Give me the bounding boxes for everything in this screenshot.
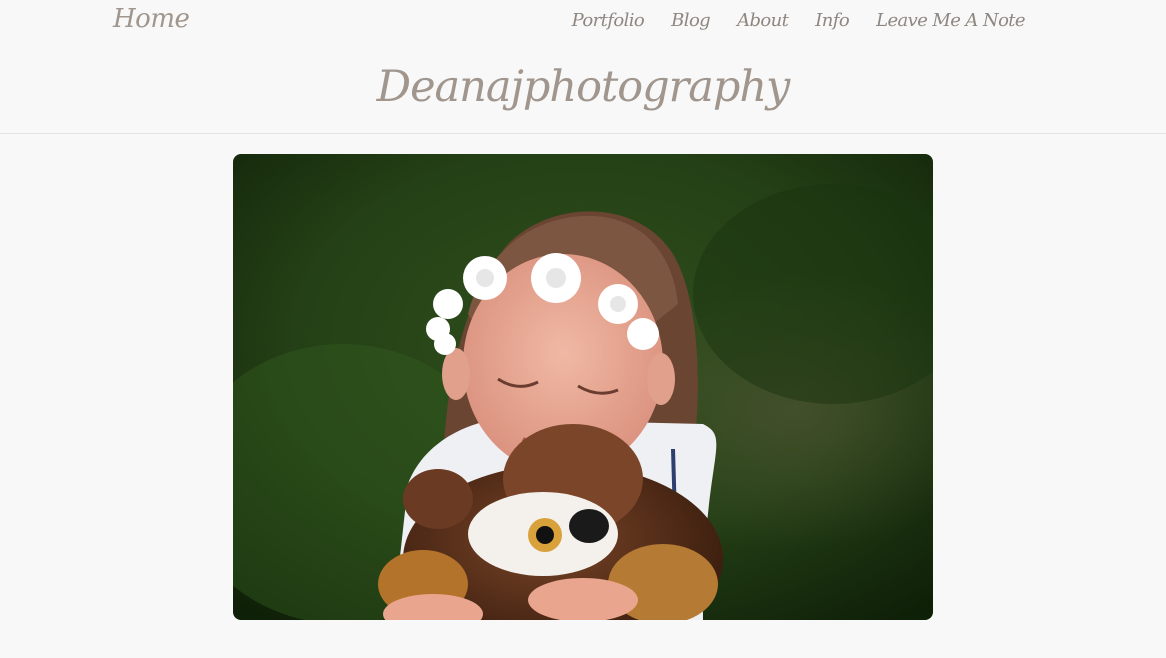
photo-image — [233, 154, 933, 620]
main-nav: Portfolio Blog About Info Leave Me A Not… — [572, 10, 1026, 31]
nav-item-info[interactable]: Info — [815, 10, 849, 31]
featured-photo[interactable] — [233, 154, 933, 620]
site-header: Home Portfolio Blog About Info Leave Me … — [0, 0, 1166, 134]
nav-item-about[interactable]: About — [737, 10, 789, 31]
site-title[interactable]: Deanajphotography — [0, 62, 1166, 112]
nav-item-leave-note[interactable]: Leave Me A Note — [876, 10, 1025, 31]
nav-item-portfolio[interactable]: Portfolio — [572, 10, 645, 31]
home-link[interactable]: Home — [113, 4, 190, 34]
nav-item-blog[interactable]: Blog — [671, 10, 711, 31]
